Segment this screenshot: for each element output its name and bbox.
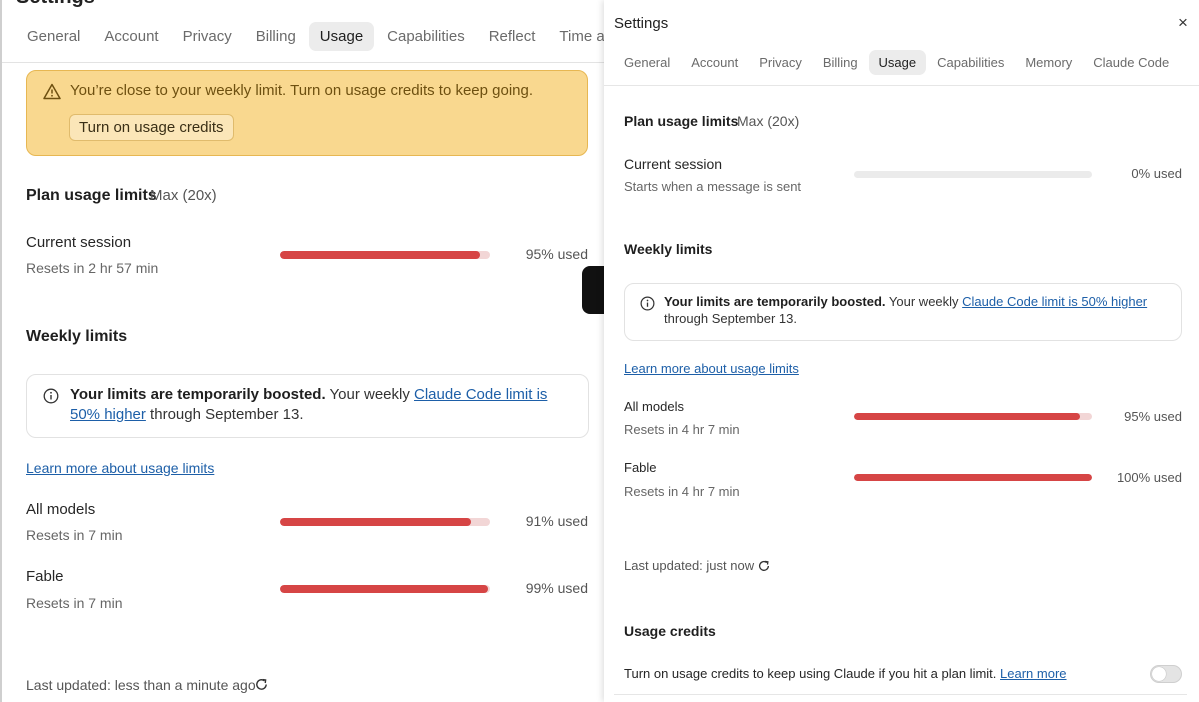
- warning-message: You’re close to your weekly limit. Turn …: [70, 82, 534, 99]
- modal-tab-billing[interactable]: Billing: [813, 50, 868, 75]
- modal-tab-general[interactable]: General: [614, 50, 680, 75]
- usage-credits-description: Turn on usage credits to keep using Clau…: [624, 666, 1067, 681]
- modal-current-session-percent: 0% used: [1131, 166, 1182, 181]
- modal-fable-reset: Resets in 4 hr 7 min: [624, 484, 740, 499]
- current-session-progress: [280, 251, 490, 259]
- boost-bold: Your limits are temporarily boosted.: [70, 386, 326, 403]
- tab-billing[interactable]: Billing: [245, 22, 307, 51]
- modal-refresh-icon[interactable]: [757, 559, 771, 578]
- tabs-divider: [2, 62, 604, 63]
- modal-learn-more-usage-limits-link[interactable]: Learn more about usage limits: [624, 361, 799, 376]
- refresh-icon[interactable]: [254, 677, 269, 697]
- plan-usage-heading: Plan usage limits: [26, 187, 157, 204]
- all-models-progress-fill: [280, 518, 472, 526]
- modal-plan-tier: Max (20x): [737, 113, 800, 129]
- weekly-limits-heading: Weekly limits: [26, 328, 128, 345]
- boost-notice: Your limits are temporarily boosted. You…: [26, 374, 589, 438]
- modal-boost-text: Your limits are temporarily boosted. You…: [664, 294, 1169, 328]
- credits-divider: [614, 694, 1187, 695]
- fable-percent: 99% used: [525, 580, 588, 596]
- usage-credits-learn-more-link[interactable]: Learn more: [1000, 666, 1066, 681]
- warning-icon: [43, 83, 61, 105]
- modal-boost-bold: Your limits are temporarily boosted.: [664, 294, 886, 309]
- modal-tabs-divider: [604, 85, 1199, 86]
- tab-time[interactable]: Time a: [548, 22, 604, 51]
- usage-credits-toggle[interactable]: [1150, 665, 1182, 683]
- plan-tier: Max (20x): [150, 187, 217, 204]
- modal-fable-progress: [854, 474, 1092, 481]
- modal-tab-claude-code[interactable]: Claude Code: [1083, 50, 1179, 75]
- modal-fable-label: Fable: [624, 460, 657, 475]
- modal-fable-progress-fill: [854, 474, 1092, 481]
- modal-tab-memory[interactable]: Memory: [1015, 50, 1082, 75]
- modal-all-models-progress-fill: [854, 413, 1081, 420]
- fable-progress-fill: [280, 585, 488, 593]
- modal-info-icon: [640, 296, 655, 316]
- current-session-reset: Resets in 2 hr 57 min: [26, 260, 159, 276]
- boost-text: Your limits are temporarily boosted. You…: [70, 385, 570, 424]
- tab-capabilities[interactable]: Capabilities: [376, 22, 476, 51]
- modal-title: Settings: [614, 15, 669, 32]
- info-icon: [43, 388, 59, 409]
- last-updated-text: Last updated: less than a minute ago: [26, 677, 256, 693]
- modal-weekly-limits-heading: Weekly limits: [624, 241, 713, 257]
- fable-progress: [280, 585, 490, 593]
- modal-last-updated-text: Last updated: just now: [624, 558, 755, 573]
- boost-post: through September 13.: [145, 405, 304, 423]
- close-icon[interactable]: ×: [1178, 13, 1188, 33]
- usage-credits-text: Turn on usage credits to keep using Clau…: [624, 666, 997, 681]
- tab-privacy[interactable]: Privacy: [172, 22, 243, 51]
- modal-plan-usage-heading: Plan usage limits: [624, 113, 739, 129]
- modal-tab-usage[interactable]: Usage: [868, 50, 927, 75]
- learn-more-usage-limits-link[interactable]: Learn more about usage limits: [26, 460, 214, 476]
- modal-fable-percent: 100% used: [1116, 470, 1182, 485]
- settings-modal: Settings × General Account Privacy Billi…: [604, 0, 1199, 702]
- modal-tab-capabilities[interactable]: Capabilities: [927, 50, 1014, 75]
- dark-overlay-handle: [582, 266, 604, 314]
- current-session-percent: 95% used: [525, 246, 588, 262]
- modal-current-session-label: Current session: [624, 156, 723, 172]
- page-title: Settings: [16, 0, 95, 9]
- modal-tabs: General Account Privacy Billing Usage Ca…: [614, 50, 1180, 75]
- modal-boost-post: through September 13.: [664, 310, 797, 326]
- settings-tabs: General Account Privacy Billing Usage Ca…: [16, 22, 604, 51]
- tab-reflect[interactable]: Reflect: [478, 22, 547, 51]
- tab-general[interactable]: General: [16, 22, 91, 51]
- modal-tab-account[interactable]: Account: [681, 50, 748, 75]
- all-models-percent: 91% used: [525, 513, 588, 529]
- modal-boost-notice: Your limits are temporarily boosted. You…: [624, 283, 1182, 341]
- modal-claude-code-limit-link[interactable]: Claude Code limit is 50% higher: [962, 294, 1147, 309]
- modal-current-session-progress: [854, 171, 1092, 178]
- modal-tab-privacy[interactable]: Privacy: [749, 50, 812, 75]
- modal-current-session-reset: Starts when a message is sent: [624, 179, 802, 194]
- modal-all-models-reset: Resets in 4 hr 7 min: [624, 422, 740, 437]
- tab-account[interactable]: Account: [93, 22, 169, 51]
- weekly-limit-warning: You’re close to your weekly limit. Turn …: [26, 70, 588, 156]
- toggle-knob: [1152, 667, 1166, 681]
- fable-label: Fable: [26, 568, 64, 585]
- turn-on-usage-credits-button[interactable]: Turn on usage credits: [69, 114, 234, 141]
- modal-all-models-percent: 95% used: [1124, 409, 1182, 424]
- boost-pre: Your weekly: [325, 386, 415, 403]
- usage-credits-heading: Usage credits: [624, 623, 716, 639]
- all-models-label: All models: [26, 501, 96, 518]
- tab-usage[interactable]: Usage: [308, 22, 375, 51]
- all-models-reset: Resets in 7 min: [26, 527, 123, 543]
- current-session-progress-fill: [280, 251, 480, 259]
- modal-all-models-label: All models: [624, 399, 684, 414]
- fable-reset: Resets in 7 min: [26, 595, 123, 611]
- modal-boost-pre: Your weekly: [885, 294, 963, 309]
- all-models-progress: [280, 518, 490, 526]
- modal-all-models-progress: [854, 413, 1092, 420]
- current-session-label: Current session: [26, 234, 132, 251]
- background-settings-page: Settings General Account Privacy Billing…: [0, 0, 604, 702]
